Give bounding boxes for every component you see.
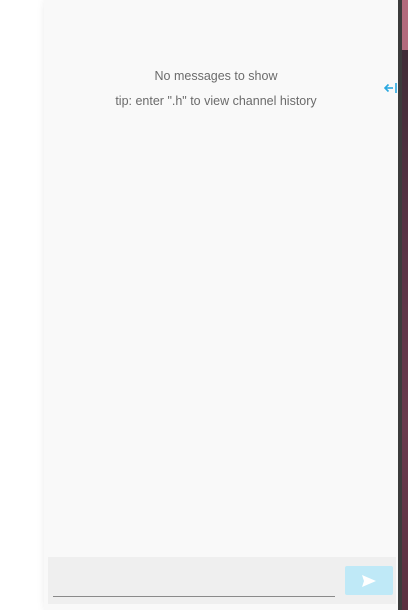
message-input[interactable]: [53, 561, 335, 597]
send-arrow-icon: [362, 574, 376, 587]
chat-panel: No messages to show tip: enter ".h" to v…: [44, 0, 398, 610]
arrow-left-bar-icon: [384, 83, 397, 93]
history-tip-text: tip: enter ".h" to view channel history: [115, 94, 317, 108]
panel-divider: [398, 0, 402, 610]
send-button[interactable]: [345, 566, 393, 595]
message-composer: [48, 557, 396, 604]
background-window-accent: [402, 0, 408, 50]
empty-messages-text: No messages to show: [154, 69, 278, 83]
collapse-panel-button[interactable]: [383, 80, 399, 96]
